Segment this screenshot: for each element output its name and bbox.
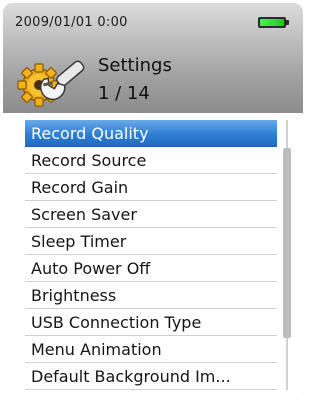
menu-item[interactable]: Auto Power Off [25,255,277,282]
menu-item[interactable]: Sleep Timer [25,228,277,255]
datetime: 2009/01/01 0:00 [15,15,128,30]
battery-icon [258,17,289,28]
battery-fill [260,19,284,26]
device-screen: 2009/01/01 0:00 Settings 1 / 14 Record Q… [3,3,303,401]
settings-gear-wrench-icon [17,48,87,108]
page-title: Settings [98,55,172,76]
scroll-thumb[interactable] [283,148,291,338]
menu-item[interactable]: Default Background Im... [25,363,277,390]
menu-item[interactable]: Record Gain [25,174,277,201]
scrollbar[interactable] [283,120,291,390]
menu-item[interactable]: Record Source [25,147,277,174]
item-counter: 1 / 14 [98,83,150,104]
menu-item[interactable]: Record Quality [25,120,277,147]
header: 2009/01/01 0:00 Settings 1 / 14 [3,3,303,113]
settings-menu: Record Quality Record Source Record Gain Sc… [3,113,303,401]
menu-list: Record Quality Record Source Record Gain Sc… [25,120,277,390]
menu-item[interactable]: Brightness [25,282,277,309]
menu-item[interactable]: Menu Animation [25,336,277,363]
menu-item[interactable]: USB Connection Type [25,309,277,336]
menu-item[interactable]: Screen Saver [25,201,277,228]
